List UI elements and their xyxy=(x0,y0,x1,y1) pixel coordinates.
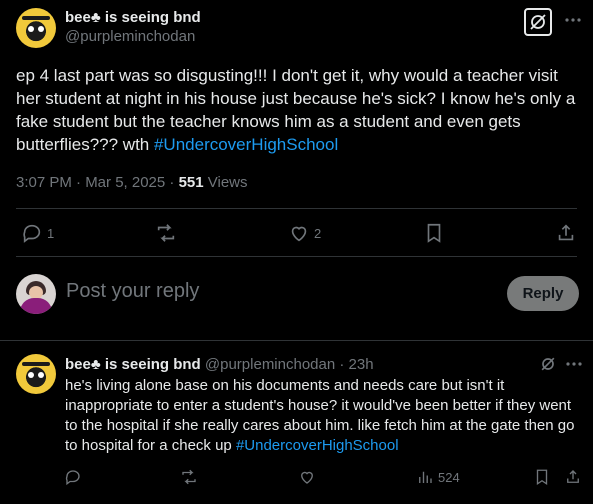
reply-display-name[interactable]: bee♣ is seeing bnd xyxy=(65,356,201,373)
share-icon xyxy=(567,470,579,483)
reply-count: 1 xyxy=(47,225,55,241)
heart-icon xyxy=(301,471,313,484)
post-text: ep 4 last part was so disgusting!!! I do… xyxy=(16,64,581,156)
avatar[interactable] xyxy=(16,8,56,48)
reply-like-button[interactable] xyxy=(298,468,316,486)
post-time[interactable]: 3:07 PM · Mar 5, 2025 · xyxy=(16,174,179,191)
reply-share-button[interactable] xyxy=(564,468,582,486)
reply-icon xyxy=(23,224,41,243)
share-icon xyxy=(558,224,574,241)
like-count: 2 xyxy=(314,225,322,241)
share-button[interactable] xyxy=(555,222,577,244)
heart-icon xyxy=(291,226,307,242)
bookmark-icon xyxy=(536,469,548,486)
reply-submit-button[interactable]: Reply xyxy=(507,276,579,311)
divider xyxy=(0,340,593,341)
handle[interactable]: @purpleminchodan xyxy=(65,28,195,45)
reply-grok-icon[interactable] xyxy=(538,354,558,374)
reply-avatar[interactable] xyxy=(16,354,56,394)
divider xyxy=(16,208,577,209)
grok-icon[interactable] xyxy=(524,8,552,36)
reply-more-icon[interactable] xyxy=(564,354,584,374)
reply-input[interactable]: Post your reply xyxy=(66,280,199,303)
post-meta: 3:07 PM · Mar 5, 2025 · 551 Views xyxy=(16,174,248,191)
reply-text: he's living alone base on his documents … xyxy=(65,376,581,456)
reply-reply-button[interactable] xyxy=(64,468,82,486)
reply-handle[interactable]: @purpleminchodan xyxy=(205,356,335,373)
repost-icon xyxy=(157,224,175,242)
bookmark-icon xyxy=(427,223,441,243)
views-label: Views xyxy=(203,174,248,191)
reply-views-button[interactable]: 524 xyxy=(416,468,460,486)
reply-bookmark-button[interactable] xyxy=(533,468,551,486)
bookmark-button[interactable] xyxy=(423,222,445,244)
like-button[interactable]: 2 xyxy=(288,222,321,244)
views-icon xyxy=(419,471,432,483)
repost-button[interactable] xyxy=(154,222,178,244)
more-icon[interactable] xyxy=(563,10,583,30)
reply-time[interactable]: · 23h xyxy=(335,356,373,373)
views-count: 551 xyxy=(178,174,204,191)
composer-avatar[interactable] xyxy=(16,274,56,314)
reply-views-count: 524 xyxy=(438,469,460,485)
reply-hashtag-link[interactable]: #UndercoverHighSchool xyxy=(236,437,399,454)
reply-icon xyxy=(65,470,80,486)
reply-header: bee♣ is seeing bnd @purpleminchodan · 23… xyxy=(65,356,374,373)
reply-button[interactable]: 1 xyxy=(21,222,54,244)
hashtag-link[interactable]: #UndercoverHighSchool xyxy=(154,135,338,154)
repost-icon xyxy=(182,469,196,485)
divider xyxy=(16,256,577,257)
display-name[interactable]: bee♣ is seeing bnd xyxy=(65,9,201,26)
reply-repost-button[interactable] xyxy=(179,468,199,486)
